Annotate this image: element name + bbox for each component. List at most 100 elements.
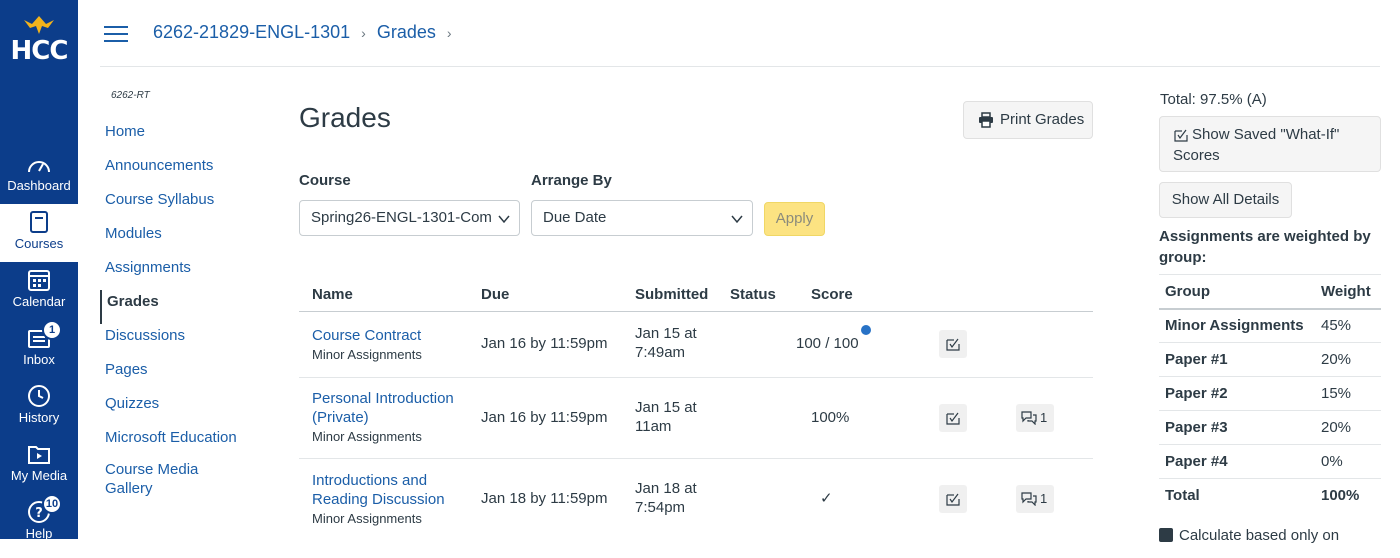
weights-row: Paper #4 0%: [1159, 444, 1381, 479]
apply-button[interactable]: Apply: [764, 202, 825, 236]
whatif-icon: [946, 412, 960, 425]
history-icon: [28, 385, 50, 407]
table-header-divider: [299, 311, 1093, 312]
nav-history[interactable]: History: [0, 384, 78, 442]
chevron-right-icon: ›: [446, 25, 452, 41]
svg-text:?: ?: [35, 506, 43, 521]
nav-calendar[interactable]: Calendar: [0, 268, 78, 326]
breadcrumb-course[interactable]: 6262-21829-ENGL-1301: [153, 22, 350, 42]
weight-group: Paper #2: [1159, 376, 1315, 411]
score-checkmark: ✓: [820, 490, 833, 507]
course-nav-assignments[interactable]: Assignments: [100, 256, 270, 290]
chevron-down-icon: [498, 215, 510, 224]
due-date: Jan 16 by 11:59pm: [481, 409, 608, 426]
header-status: Status: [730, 286, 776, 303]
nav-help[interactable]: ? Help 10: [0, 494, 78, 558]
course-select[interactable]: Spring26-ENGL-1301-Com: [299, 200, 520, 236]
unread-dot: [861, 325, 871, 335]
print-grades-label: Print Grades: [1000, 111, 1085, 128]
show-what-if-button[interactable]: Show Saved "What-If" Scores: [1159, 116, 1381, 172]
whatif-icon: [1174, 129, 1188, 142]
nav-history-label: History: [18, 410, 60, 425]
comment-count: 1: [1040, 491, 1048, 506]
nav-dashboard-label: Dashboard: [7, 178, 71, 193]
whatif-icon: [946, 493, 960, 506]
comment-icon: [1021, 411, 1037, 425]
course-select-label: Course: [299, 172, 351, 189]
course-nav-media-gallery[interactable]: Course Media Gallery: [100, 460, 220, 504]
submitted-date: Jan 18 at 7:54pm: [635, 480, 697, 516]
course-nav-quizzes[interactable]: Quizzes: [100, 392, 270, 426]
weights-row: Minor Assignments 45%: [1159, 308, 1381, 343]
weight-value: 100%: [1321, 487, 1360, 505]
show-what-if-label: Show Saved "What-If" Scores: [1173, 126, 1340, 164]
weights-total-row: Total 100%: [1159, 479, 1381, 513]
whatif-icon: [946, 338, 960, 351]
course-nav-home[interactable]: Home: [100, 120, 270, 154]
weights-table: Group Weight Minor Assignments 45% Paper …: [1159, 274, 1381, 513]
assignment-link[interactable]: Introductions and Reading Discussion: [312, 471, 462, 509]
comment-icon: [1021, 492, 1037, 506]
weight-value: 15%: [1315, 376, 1381, 411]
nav-my-media-label: My Media: [10, 468, 68, 483]
score: 100%: [811, 409, 850, 426]
chevron-down-icon: [731, 215, 743, 224]
row-divider: [299, 377, 1093, 378]
assignment-group: Minor Assignments: [312, 511, 422, 526]
chevron-right-icon: ›: [361, 25, 366, 41]
score: 100 / 100: [796, 335, 859, 352]
comments-button[interactable]: 1: [1016, 485, 1054, 513]
logo-text: HCC: [10, 36, 69, 66]
submitted-date: Jan 15 at 11am: [635, 399, 697, 435]
help-badge: 10: [42, 494, 62, 514]
weights-header-weight: Weight: [1315, 274, 1381, 310]
media-icon: [28, 446, 50, 464]
weight-group: Paper #1: [1159, 342, 1315, 377]
course-nav-microsoft-education[interactable]: Microsoft Education: [100, 426, 270, 460]
what-if-button[interactable]: [939, 485, 967, 513]
weights-header-group: Group: [1159, 274, 1315, 310]
submitted-date: Jan 15 at 7:49am: [635, 325, 697, 361]
assignment-link[interactable]: Personal Introduction (Private): [312, 389, 462, 427]
show-all-details-button[interactable]: Show All Details: [1159, 182, 1292, 218]
weights-row: Paper #3 20%: [1159, 410, 1381, 445]
course-nav-pages[interactable]: Pages: [100, 358, 270, 392]
header-divider: [100, 66, 1380, 67]
what-if-button[interactable]: [939, 404, 967, 432]
weight-value: 20%: [1315, 410, 1381, 445]
arrange-by-select[interactable]: Due Date: [531, 200, 753, 236]
comment-count: 1: [1040, 410, 1048, 425]
comments-button[interactable]: 1: [1016, 404, 1054, 432]
what-if-button[interactable]: [939, 330, 967, 358]
assignment-link[interactable]: Course Contract: [312, 326, 462, 345]
course-nav-announcements[interactable]: Announcements: [100, 154, 270, 188]
course-nav-grades[interactable]: Grades: [100, 290, 270, 324]
nav-my-media[interactable]: My Media: [0, 442, 78, 500]
assignment-group: Minor Assignments: [312, 347, 422, 362]
calendar-icon: [28, 270, 50, 291]
arrange-select-label: Arrange By: [531, 172, 612, 189]
weight-value: 45%: [1315, 308, 1381, 343]
due-date: Jan 16 by 11:59pm: [481, 335, 608, 352]
weight-value: 20%: [1315, 342, 1381, 377]
breadcrumb: 6262-21829-ENGL-1301 › Grades ›: [153, 22, 458, 43]
calculate-checkbox[interactable]: Calculate based only on: [1159, 527, 1339, 544]
hamburger-menu-icon[interactable]: [104, 24, 128, 42]
course-nav-modules[interactable]: Modules: [100, 222, 270, 256]
dashboard-icon: [28, 161, 50, 173]
arrange-select-value: Due Date: [543, 209, 607, 226]
course-nav-syllabus[interactable]: Course Syllabus: [100, 188, 270, 222]
total-grade: Total: 97.5% (A): [1160, 91, 1267, 108]
calculate-label: Calculate based only on: [1179, 527, 1340, 544]
header-name: Name: [312, 286, 353, 303]
breadcrumb-grades[interactable]: Grades: [377, 22, 436, 42]
assignment-group: Minor Assignments: [312, 429, 422, 444]
nav-courses[interactable]: Courses: [0, 204, 78, 262]
nav-inbox[interactable]: Inbox 1: [0, 320, 78, 384]
course-nav-discussions[interactable]: Discussions: [100, 324, 270, 358]
checkbox-checked-icon: [1159, 528, 1173, 542]
weights-row: Paper #1 20%: [1159, 342, 1381, 377]
hcc-logo[interactable]: HCC: [6, 14, 72, 66]
global-nav: HCC Dashboard Courses Calendar Inbox 1 H…: [0, 0, 78, 541]
print-grades-button[interactable]: Print Grades: [963, 101, 1093, 139]
